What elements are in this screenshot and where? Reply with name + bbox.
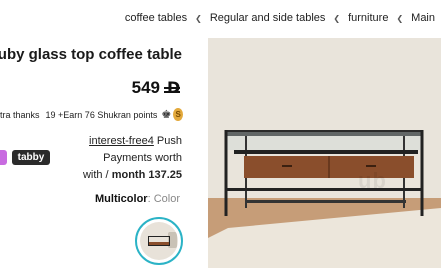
breadcrumb-regular-side-tables[interactable]: Regular and side tables [210, 12, 326, 24]
breadcrumb-furniture[interactable]: furniture [348, 12, 388, 24]
breadcrumb-coffee-tables[interactable]: coffee tables [125, 12, 187, 24]
coffee-table-photo [208, 38, 441, 268]
installment-with-text: with / [82, 169, 109, 181]
shukran-coin-icon: S [173, 108, 183, 121]
color-variant-label: Multicolor: Color [0, 193, 180, 205]
installment-line-3: with / month 137.25 [0, 169, 182, 181]
chevron-left-icon: ❮ [195, 13, 202, 23]
drawer-shape [149, 242, 169, 245]
installment-push-text: Push [156, 135, 182, 147]
crown-icon: ♚ [161, 109, 172, 121]
product-main-image[interactable]: ub [208, 38, 441, 268]
swatch-thumbnail [140, 222, 178, 260]
chevron-left-icon: ❮ [333, 13, 341, 23]
installment-line-1: interest-free4 Push [0, 135, 182, 147]
price-value: 549 [131, 78, 160, 97]
rewards-text-left: tra thanks [0, 109, 40, 120]
variant-value: Color [153, 193, 180, 205]
chevron-left-icon: ❮ [396, 13, 404, 23]
watermark-text: ub [358, 168, 387, 193]
variant-label: Multicolor [95, 193, 148, 205]
shukran-rewards-row: tra thanks 19 +Earn 76 Shukran points ♚ … [0, 108, 183, 121]
color-swatch-multicolor[interactable] [135, 217, 183, 265]
dirham-currency-icon [164, 78, 182, 97]
variant-sep: : [147, 193, 151, 205]
product-title: Ruby glass top coffee table [0, 46, 182, 63]
installment-amount: month 137.25 [111, 169, 182, 181]
breadcrumb-main[interactable]: Main [411, 12, 435, 24]
interest-free-link[interactable]: interest-free4 [89, 135, 154, 147]
installment-line-2: Payments worth [103, 152, 182, 164]
breadcrumb: coffee tables ❮ Regular and side tables … [125, 12, 435, 24]
product-price: 549 [132, 78, 182, 98]
rewards-points-text: 19 +Earn 76 Shukran points [45, 109, 158, 120]
